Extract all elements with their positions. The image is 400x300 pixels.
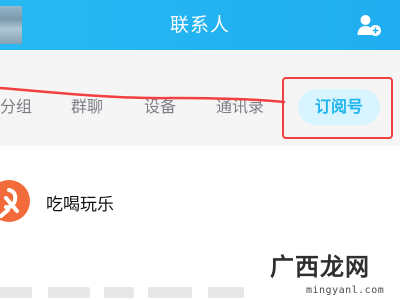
blurred-block (0, 287, 32, 298)
blurred-block (148, 287, 192, 298)
page-title: 联系人 (169, 14, 230, 36)
header-bar: 联系人 (0, 0, 400, 50)
list-item[interactable]: 吃喝玩乐 (0, 176, 400, 246)
tab-groups[interactable]: 分组 (0, 97, 32, 117)
food-fun-icon (0, 180, 30, 222)
contacts-screen: 联系人 分组 群聊 设备 通讯录 订阅号 吃喝玩乐 广西龙网 mingyanl.… (0, 0, 400, 300)
tab-devices[interactable]: 设备 (144, 97, 176, 117)
watermark-brand: 广西龙网 (270, 253, 370, 281)
blurred-block (208, 287, 244, 298)
tab-address-book[interactable]: 通讯录 (216, 97, 264, 117)
blurred-block (48, 287, 90, 298)
tab-group-chats[interactable]: 群聊 (71, 97, 103, 117)
watermark-url: mingyanl.com (306, 285, 385, 296)
tab-subscriptions[interactable]: 订阅号 (298, 89, 380, 125)
list-item-title: 吃喝玩乐 (46, 195, 114, 215)
annotation-highlight-box: 订阅号 (282, 77, 393, 139)
blurred-block (104, 287, 134, 298)
add-contact-icon[interactable] (356, 13, 382, 37)
tab-subscriptions-label: 订阅号 (314, 97, 363, 116)
